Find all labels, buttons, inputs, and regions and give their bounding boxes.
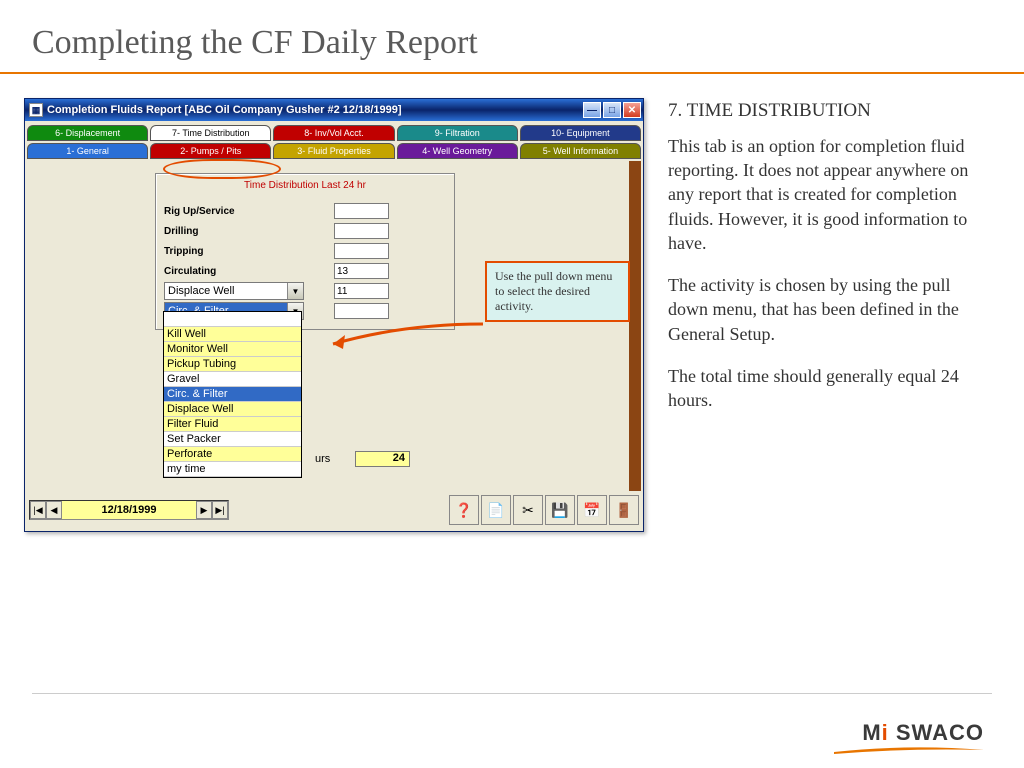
minimize-button[interactable]: — (583, 102, 601, 118)
tab-4-well-geometry[interactable]: 4- Well Geometry (397, 143, 518, 159)
app-icon: ▦ (29, 103, 43, 117)
time-row: Circulating (164, 261, 446, 281)
time-input[interactable] (334, 243, 389, 259)
paragraph-2: The activity is chosen by using the pull… (668, 273, 992, 346)
dropdown-item[interactable]: Set Packer (164, 432, 301, 447)
tab-1-general[interactable]: 1- General (27, 143, 148, 159)
cut-button[interactable]: ✂ (513, 495, 543, 525)
time-row: Tripping (164, 241, 446, 261)
maximize-button[interactable]: □ (603, 102, 621, 118)
dropdown-item[interactable]: my time (164, 462, 301, 477)
exit-button[interactable]: 🚪 (609, 495, 639, 525)
tab-8-inv-vol-acct-[interactable]: 8- Inv/Vol Acct. (273, 125, 394, 141)
tab-6-displacement[interactable]: 6- Displacement (27, 125, 148, 141)
time-input[interactable] (334, 263, 389, 279)
chevron-down-icon[interactable]: ▼ (287, 283, 303, 299)
time-input[interactable] (334, 203, 389, 219)
activity-combo-1[interactable]: Displace Well ▼ (164, 282, 304, 300)
tab-3-fluid-properties[interactable]: 3- Fluid Properties (273, 143, 394, 159)
dropdown-item[interactable]: Filter Fluid (164, 417, 301, 432)
dropdown-item[interactable]: Pickup Tubing (164, 357, 301, 372)
time-label: Rig Up/Service (164, 206, 304, 217)
tab-5-well-information[interactable]: 5- Well Information (520, 143, 641, 159)
slide-title: Completing the CF Daily Report (0, 0, 1024, 72)
time-row: Rig Up/Service (164, 201, 446, 221)
nav-first-button[interactable]: |◀ (30, 501, 46, 519)
section-heading: 7. TIME DISTRIBUTION (668, 98, 992, 124)
activity-dropdown[interactable]: Kill WellMonitor WellPickup TubingGravel… (163, 311, 302, 478)
date-navigator: |◀ ◀ 12/18/1999 ▶ ▶| (29, 500, 229, 520)
dropdown-item[interactable]: Gravel (164, 372, 301, 387)
nav-prev-button[interactable]: ◀ (46, 501, 62, 519)
time-distribution-panel: Time Distribution Last 24 hr Rig Up/Serv… (155, 173, 455, 330)
nav-date-text: 12/18/1999 (62, 504, 196, 516)
side-strip (629, 161, 641, 491)
tabs-row-2: 1- General2- Pumps / Pits3- Fluid Proper… (27, 143, 641, 159)
window-titlebar: ▦ Completion Fluids Report [ABC Oil Comp… (25, 99, 643, 121)
total-row: urs 24 (315, 451, 410, 467)
help-button[interactable]: ❓ (449, 495, 479, 525)
tab-7-time-distribution[interactable]: 7- Time Distribution (150, 125, 271, 141)
time-label: Tripping (164, 246, 304, 257)
dropdown-item[interactable] (164, 312, 301, 327)
app-body: 6- Displacement7- Time Distribution8- In… (25, 121, 643, 531)
total-label: urs (315, 453, 355, 465)
panel-title: Time Distribution Last 24 hr (164, 180, 446, 191)
combo-text: Displace Well (165, 283, 287, 299)
footer-divider (32, 693, 992, 694)
brand-logo: Mi SWACO (862, 720, 984, 746)
time-row: Drilling (164, 221, 446, 241)
close-button[interactable]: ✕ (623, 102, 641, 118)
nav-next-button[interactable]: ▶ (196, 501, 212, 519)
total-hours: 24 (355, 451, 410, 467)
logo-swoosh (834, 746, 984, 754)
dropdown-item[interactable]: Displace Well (164, 402, 301, 417)
tab-9-filtration[interactable]: 9- Filtration (397, 125, 518, 141)
save-button[interactable]: 💾 (545, 495, 575, 525)
paragraph-3: The total time should generally equal 24… (668, 364, 992, 413)
dropdown-item[interactable]: Monitor Well (164, 342, 301, 357)
dropdown-item[interactable]: Perforate (164, 447, 301, 462)
tab-2-pumps-pits[interactable]: 2- Pumps / Pits (150, 143, 271, 159)
tab-10-equipment[interactable]: 10- Equipment (520, 125, 641, 141)
paragraph-1: This tab is an option for completion flu… (668, 134, 992, 255)
time-label: Circulating (164, 266, 304, 277)
time-input[interactable] (334, 223, 389, 239)
window-title: Completion Fluids Report [ABC Oil Compan… (47, 104, 402, 116)
export-button[interactable]: 📄 (481, 495, 511, 525)
calendar-button[interactable]: 📅 (577, 495, 607, 525)
explanation-column: 7. TIME DISTRIBUTION This tab is an opti… (668, 98, 992, 532)
tabs-row-1: 6- Displacement7- Time Distribution8- In… (27, 125, 641, 141)
activity-value-1[interactable] (334, 283, 389, 299)
activity-value-2[interactable] (334, 303, 389, 319)
app-window: ▦ Completion Fluids Report [ABC Oil Comp… (24, 98, 644, 532)
nav-last-button[interactable]: ▶| (212, 501, 228, 519)
callout-box: Use the pull down menu to select the des… (485, 261, 630, 322)
dropdown-item[interactable]: Kill Well (164, 327, 301, 342)
record-navigator: |◀ ◀ 12/18/1999 ▶ ▶| ❓ 📄 ✂ 💾 📅 🚪 (29, 495, 639, 525)
time-label: Drilling (164, 226, 304, 237)
dropdown-item[interactable]: Circ. & Filter (164, 387, 301, 402)
